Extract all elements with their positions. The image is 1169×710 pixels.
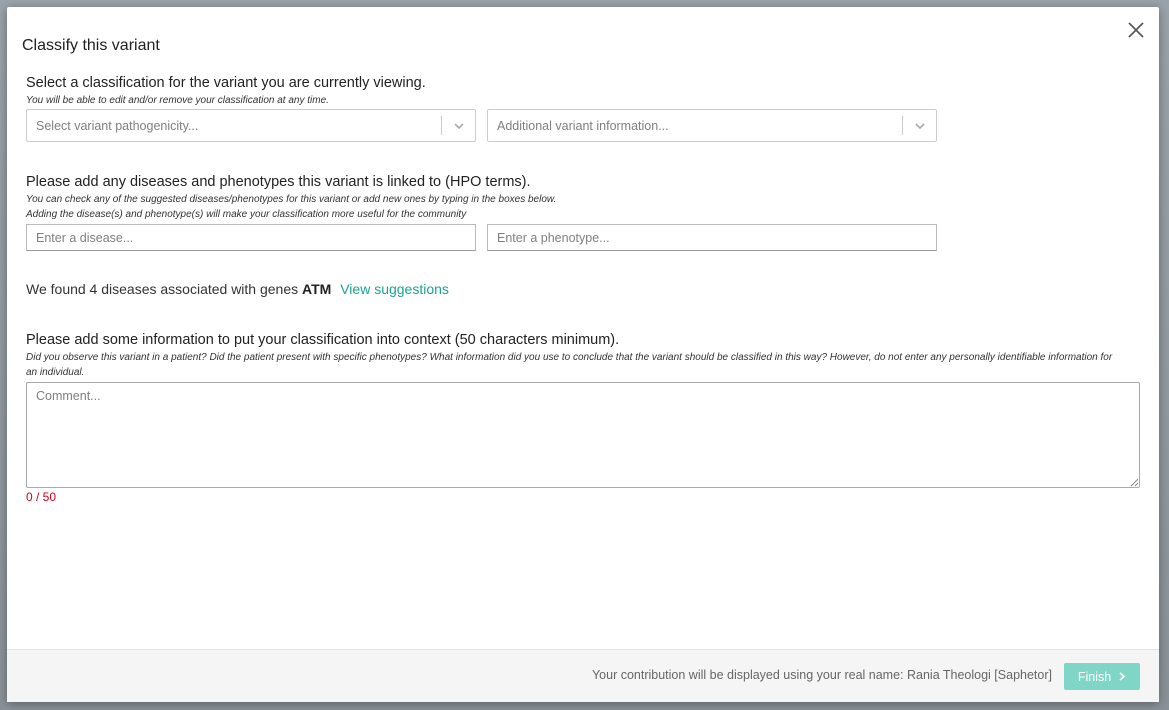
character-counter: 0 / 50	[26, 490, 57, 504]
additional-info-select-placeholder: Additional variant information...	[497, 118, 669, 133]
phenotype-input[interactable]	[487, 224, 937, 251]
pathogenicity-select[interactable]: Select variant pathogenicity...	[26, 109, 476, 142]
finish-button[interactable]: Finish	[1064, 663, 1140, 690]
chevron-down-icon[interactable]	[903, 110, 936, 141]
classification-hint: You will be able to edit and/or remove y…	[26, 95, 329, 106]
phenotypes-hint-2: Adding the disease(s) and phenotype(s) w…	[26, 209, 467, 220]
disease-input[interactable]	[26, 224, 476, 251]
resize-grip-icon[interactable]	[1130, 478, 1139, 487]
view-suggestions-link[interactable]: View suggestions	[340, 281, 449, 297]
gene-name: ATM	[302, 281, 332, 297]
classify-variant-dialog: Classify this variant Select a classific…	[7, 7, 1159, 702]
dialog-footer: Your contribution will be displayed usin…	[7, 649, 1159, 702]
context-hint: Did you observe this variant in a patien…	[26, 352, 1113, 378]
dialog-title: Classify this variant	[22, 37, 160, 54]
attribution-text: Your contribution will be displayed usin…	[591, 668, 1052, 682]
comment-textarea[interactable]	[26, 382, 1140, 488]
suggestions-line: We found 4 diseases associated with gene…	[26, 281, 449, 297]
classification-heading: Select a classification for the variant …	[26, 75, 426, 91]
additional-info-select[interactable]: Additional variant information...	[487, 109, 937, 142]
suggestions-text: We found 4 diseases associated with gene…	[26, 281, 299, 297]
close-icon[interactable]	[1127, 21, 1145, 39]
chevron-right-icon	[1119, 672, 1126, 681]
context-heading: Please add some information to put your …	[26, 332, 620, 348]
finish-button-label: Finish	[1077, 669, 1112, 684]
phenotypes-heading: Please add any diseases and phenotypes t…	[26, 174, 531, 190]
pathogenicity-select-placeholder: Select variant pathogenicity...	[36, 118, 199, 133]
chevron-down-icon[interactable]	[442, 110, 475, 141]
phenotypes-hint-1: You can check any of the suggested disea…	[26, 194, 557, 205]
